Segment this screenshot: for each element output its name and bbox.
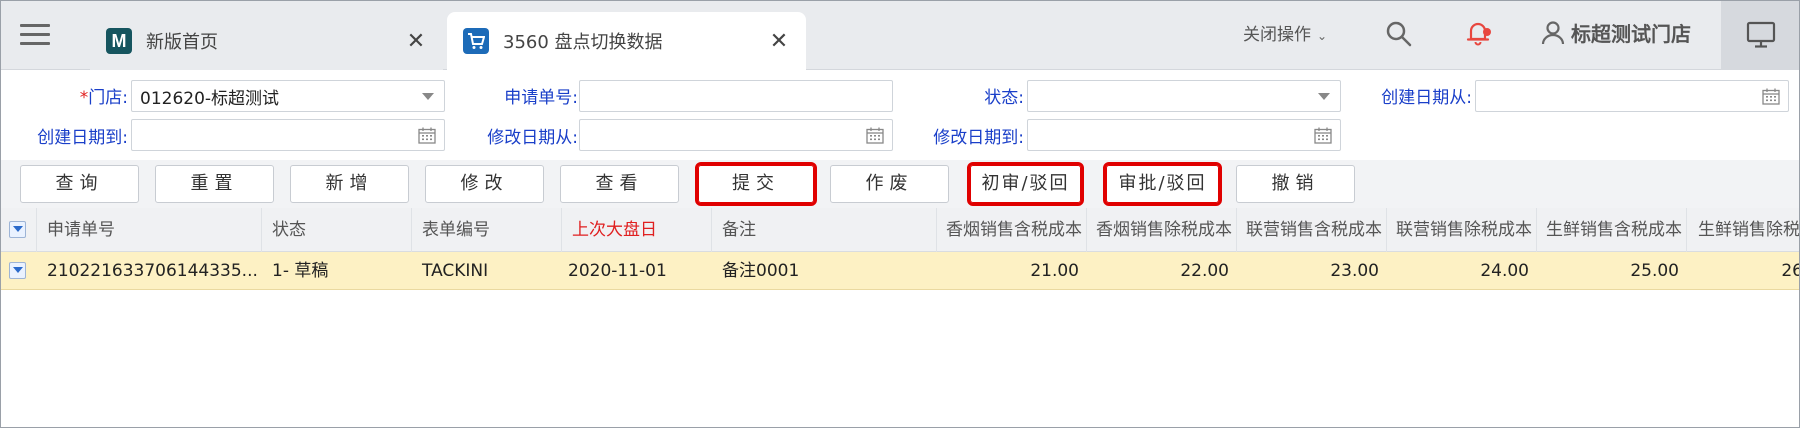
m-logo-icon: M bbox=[106, 28, 132, 54]
tab-inventory-switch[interactable]: 3560 盘点切换数据 ✕ bbox=[447, 12, 806, 70]
modified-to-label: 修改日期到: bbox=[933, 128, 1024, 148]
void-button[interactable]: 作废 bbox=[830, 165, 949, 203]
col-fresh-notax-cost[interactable]: 生鲜销售除税成本 bbox=[1687, 208, 1800, 252]
table-row[interactable]: 210221633706144335... 1- 草稿 TACKINI 2020… bbox=[0, 252, 1800, 290]
store-select[interactable]: 012620-标超测试 bbox=[131, 80, 445, 112]
col-jv-tax-cost[interactable]: 联营销售含税成本 bbox=[1237, 208, 1387, 252]
monitor-icon[interactable] bbox=[1721, 0, 1800, 70]
cell-cig-tax-cost: 21.00 bbox=[1030, 261, 1079, 281]
tab-home-label: 新版首页 bbox=[146, 32, 218, 53]
calendar-icon[interactable] bbox=[418, 127, 436, 144]
user-menu[interactable]: 标超测试门店 bbox=[1541, 18, 1691, 47]
cell-jv-tax-cost: 23.00 bbox=[1330, 261, 1379, 281]
dropdown-arrow-icon bbox=[1318, 93, 1330, 100]
bell-icon[interactable] bbox=[1463, 18, 1493, 48]
cell-jv-notax-cost: 24.00 bbox=[1480, 261, 1529, 281]
created-from-label: 创建日期从: bbox=[1381, 88, 1472, 108]
dropdown-arrow-icon bbox=[422, 93, 434, 100]
cell-form-no: TACKINI bbox=[422, 261, 489, 281]
first-review-button[interactable]: 初审/驳回 bbox=[967, 162, 1084, 206]
calendar-icon[interactable] bbox=[866, 127, 884, 144]
created-from-input[interactable] bbox=[1475, 80, 1789, 112]
modified-from-input[interactable] bbox=[579, 119, 893, 151]
select-all-checkbox[interactable] bbox=[9, 221, 26, 238]
col-last-date[interactable]: 上次大盘日 bbox=[562, 208, 712, 252]
cart-icon bbox=[463, 28, 489, 54]
user-name: 标超测试门店 bbox=[1571, 22, 1691, 46]
data-grid: 申请单号 状态 表单编号 上次大盘日 备注 香烟销售含税成本 香烟销售除税成本 … bbox=[0, 208, 1800, 428]
view-button[interactable]: 查看 bbox=[560, 165, 679, 203]
row-checkbox[interactable] bbox=[9, 262, 26, 279]
modified-from-label: 修改日期从: bbox=[487, 128, 578, 148]
col-remark[interactable]: 备注 bbox=[712, 208, 937, 252]
tab-inventory-switch-label: 3560 盘点切换数据 bbox=[503, 32, 663, 53]
add-button[interactable]: 新增 bbox=[290, 165, 409, 203]
col-form-no[interactable]: 表单编号 bbox=[412, 208, 562, 252]
modified-to-input[interactable] bbox=[1027, 119, 1341, 151]
cell-fresh-tax-cost: 25.00 bbox=[1630, 261, 1679, 281]
cell-remark: 备注0001 bbox=[722, 261, 800, 281]
apply-no-input[interactable] bbox=[579, 80, 893, 112]
col-status[interactable]: 状态 bbox=[262, 208, 412, 252]
search-icon[interactable] bbox=[1385, 20, 1413, 48]
close-operations-label: 关闭操作 bbox=[1243, 25, 1311, 45]
filter-panel: *门店: 012620-标超测试 申请单号: 状态: 创建日期从: 创建日期到: bbox=[0, 71, 1800, 160]
apply-no-label: 申请单号: bbox=[504, 88, 578, 108]
close-icon[interactable]: ✕ bbox=[764, 29, 794, 54]
edit-button[interactable]: 修改 bbox=[425, 165, 544, 203]
calendar-icon[interactable] bbox=[1314, 127, 1332, 144]
cell-fresh-notax-cost: 26.00 bbox=[1781, 261, 1800, 281]
calendar-icon[interactable] bbox=[1762, 88, 1780, 105]
col-cig-tax-cost[interactable]: 香烟销售含税成本 bbox=[937, 208, 1087, 252]
user-icon bbox=[1541, 20, 1565, 44]
close-operations-dropdown[interactable]: 关闭操作 ⌄ bbox=[1243, 20, 1327, 45]
menu-icon[interactable] bbox=[20, 24, 50, 46]
action-toolbar: 查询 重置 新增 修改 查看 提交 作废 初审/驳回 审批/驳回 撤销 bbox=[0, 160, 1800, 208]
status-select[interactable] bbox=[1027, 80, 1341, 112]
close-icon[interactable]: ✕ bbox=[401, 29, 431, 54]
grid-header: 申请单号 状态 表单编号 上次大盘日 备注 香烟销售含税成本 香烟销售除税成本 … bbox=[0, 208, 1800, 252]
cell-last-date: 2020-11-01 bbox=[568, 261, 667, 281]
store-label: *门店: bbox=[79, 88, 128, 108]
col-apply-no[interactable]: 申请单号 bbox=[37, 208, 262, 252]
created-to-input[interactable] bbox=[131, 119, 445, 151]
approve-button[interactable]: 审批/驳回 bbox=[1103, 162, 1222, 206]
col-fresh-tax-cost[interactable]: 生鲜销售含税成本 bbox=[1537, 208, 1687, 252]
apply-no-field[interactable] bbox=[588, 81, 892, 111]
store-select-value: 012620-标超测试 bbox=[140, 88, 280, 109]
cell-apply-no: 210221633706144335... bbox=[47, 261, 258, 281]
query-button[interactable]: 查询 bbox=[20, 165, 139, 203]
cell-status: 1- 草稿 bbox=[272, 261, 329, 281]
cell-cig-notax-cost: 22.00 bbox=[1180, 261, 1229, 281]
header-select-all[interactable] bbox=[0, 208, 37, 252]
col-jv-notax-cost[interactable]: 联营销售除税成本 bbox=[1387, 208, 1537, 252]
submit-button[interactable]: 提交 bbox=[695, 162, 817, 206]
status-label: 状态: bbox=[984, 88, 1024, 108]
chevron-down-icon: ⌄ bbox=[1317, 29, 1328, 43]
revoke-button[interactable]: 撤销 bbox=[1236, 165, 1355, 203]
created-to-label: 创建日期到: bbox=[37, 128, 128, 148]
reset-button[interactable]: 重置 bbox=[155, 165, 274, 203]
col-cig-notax-cost[interactable]: 香烟销售除税成本 bbox=[1087, 208, 1237, 252]
top-bar: M 新版首页 ✕ 3560 盘点切换数据 ✕ 关闭操作 ⌄ 标超测试门店 bbox=[0, 0, 1800, 70]
tab-home[interactable]: M 新版首页 ✕ bbox=[90, 12, 443, 70]
